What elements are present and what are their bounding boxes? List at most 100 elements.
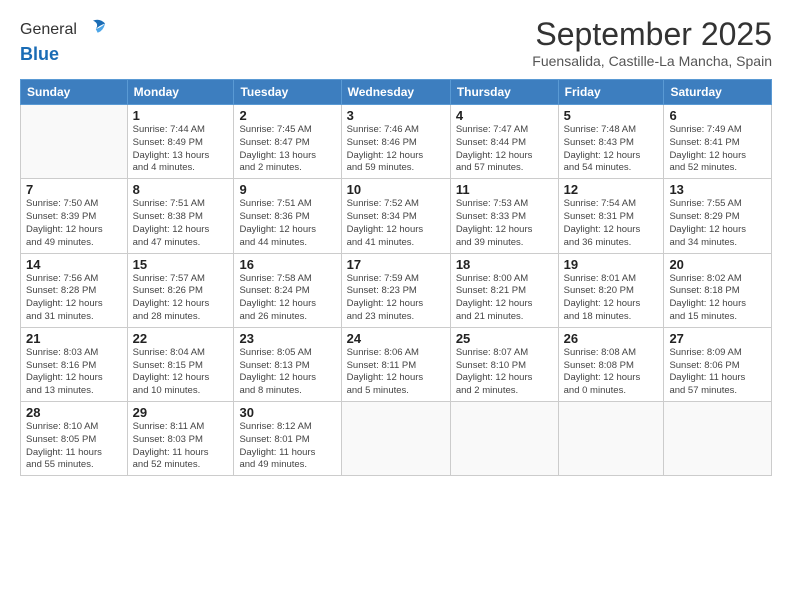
calendar-header-row: Sunday Monday Tuesday Wednesday Thursday…: [21, 80, 772, 105]
table-row: [341, 402, 450, 476]
day-number: 29: [133, 405, 229, 420]
table-row: 2Sunrise: 7:45 AMSunset: 8:47 PMDaylight…: [234, 105, 341, 179]
day-info: Sunrise: 7:51 AMSunset: 8:38 PMDaylight:…: [133, 198, 229, 249]
table-row: [450, 402, 558, 476]
day-number: 10: [347, 182, 445, 197]
day-info: Sunrise: 7:48 AMSunset: 8:43 PMDaylight:…: [564, 124, 659, 175]
calendar-table: Sunday Monday Tuesday Wednesday Thursday…: [20, 79, 772, 476]
col-friday: Friday: [558, 80, 664, 105]
table-row: 28Sunrise: 8:10 AMSunset: 8:05 PMDayligh…: [21, 402, 128, 476]
day-number: 12: [564, 182, 659, 197]
table-row: 21Sunrise: 8:03 AMSunset: 8:16 PMDayligh…: [21, 327, 128, 401]
table-row: 19Sunrise: 8:01 AMSunset: 8:20 PMDayligh…: [558, 253, 664, 327]
day-number: 30: [239, 405, 335, 420]
day-number: 1: [133, 108, 229, 123]
table-row: 9Sunrise: 7:51 AMSunset: 8:36 PMDaylight…: [234, 179, 341, 253]
day-number: 13: [669, 182, 766, 197]
day-number: 9: [239, 182, 335, 197]
day-info: Sunrise: 8:04 AMSunset: 8:15 PMDaylight:…: [133, 347, 229, 398]
day-info: Sunrise: 7:51 AMSunset: 8:36 PMDaylight:…: [239, 198, 335, 249]
day-info: Sunrise: 8:12 AMSunset: 8:01 PMDaylight:…: [239, 421, 335, 472]
day-info: Sunrise: 7:59 AMSunset: 8:23 PMDaylight:…: [347, 273, 445, 324]
col-sunday: Sunday: [21, 80, 128, 105]
table-row: 22Sunrise: 8:04 AMSunset: 8:15 PMDayligh…: [127, 327, 234, 401]
day-number: 25: [456, 331, 553, 346]
day-number: 6: [669, 108, 766, 123]
table-row: 4Sunrise: 7:47 AMSunset: 8:44 PMDaylight…: [450, 105, 558, 179]
day-number: 27: [669, 331, 766, 346]
table-row: 6Sunrise: 7:49 AMSunset: 8:41 PMDaylight…: [664, 105, 772, 179]
table-row: [21, 105, 128, 179]
table-row: 5Sunrise: 7:48 AMSunset: 8:43 PMDaylight…: [558, 105, 664, 179]
day-number: 28: [26, 405, 122, 420]
table-row: [664, 402, 772, 476]
day-info: Sunrise: 8:01 AMSunset: 8:20 PMDaylight:…: [564, 273, 659, 324]
table-row: 16Sunrise: 7:58 AMSunset: 8:24 PMDayligh…: [234, 253, 341, 327]
day-number: 20: [669, 257, 766, 272]
table-row: 3Sunrise: 7:46 AMSunset: 8:46 PMDaylight…: [341, 105, 450, 179]
day-number: 5: [564, 108, 659, 123]
day-number: 3: [347, 108, 445, 123]
table-row: 29Sunrise: 8:11 AMSunset: 8:03 PMDayligh…: [127, 402, 234, 476]
table-row: 14Sunrise: 7:56 AMSunset: 8:28 PMDayligh…: [21, 253, 128, 327]
table-row: 18Sunrise: 8:00 AMSunset: 8:21 PMDayligh…: [450, 253, 558, 327]
day-info: Sunrise: 7:58 AMSunset: 8:24 PMDaylight:…: [239, 273, 335, 324]
col-thursday: Thursday: [450, 80, 558, 105]
table-row: 13Sunrise: 7:55 AMSunset: 8:29 PMDayligh…: [664, 179, 772, 253]
day-info: Sunrise: 7:55 AMSunset: 8:29 PMDaylight:…: [669, 198, 766, 249]
day-number: 26: [564, 331, 659, 346]
day-info: Sunrise: 7:53 AMSunset: 8:33 PMDaylight:…: [456, 198, 553, 249]
day-info: Sunrise: 8:08 AMSunset: 8:08 PMDaylight:…: [564, 347, 659, 398]
day-number: 16: [239, 257, 335, 272]
day-number: 8: [133, 182, 229, 197]
day-number: 14: [26, 257, 122, 272]
table-row: 30Sunrise: 8:12 AMSunset: 8:01 PMDayligh…: [234, 402, 341, 476]
col-saturday: Saturday: [664, 80, 772, 105]
day-info: Sunrise: 7:46 AMSunset: 8:46 PMDaylight:…: [347, 124, 445, 175]
day-info: Sunrise: 8:00 AMSunset: 8:21 PMDaylight:…: [456, 273, 553, 324]
day-number: 19: [564, 257, 659, 272]
day-info: Sunrise: 7:50 AMSunset: 8:39 PMDaylight:…: [26, 198, 122, 249]
day-number: 24: [347, 331, 445, 346]
day-info: Sunrise: 7:56 AMSunset: 8:28 PMDaylight:…: [26, 273, 122, 324]
day-info: Sunrise: 8:03 AMSunset: 8:16 PMDaylight:…: [26, 347, 122, 398]
table-row: 27Sunrise: 8:09 AMSunset: 8:06 PMDayligh…: [664, 327, 772, 401]
table-row: 10Sunrise: 7:52 AMSunset: 8:34 PMDayligh…: [341, 179, 450, 253]
col-wednesday: Wednesday: [341, 80, 450, 105]
table-row: [558, 402, 664, 476]
month-title: September 2025: [532, 16, 772, 53]
day-info: Sunrise: 7:47 AMSunset: 8:44 PMDaylight:…: [456, 124, 553, 175]
logo: General Blue: [20, 16, 107, 65]
table-row: 11Sunrise: 7:53 AMSunset: 8:33 PMDayligh…: [450, 179, 558, 253]
day-number: 15: [133, 257, 229, 272]
day-info: Sunrise: 7:44 AMSunset: 8:49 PMDaylight:…: [133, 124, 229, 175]
day-number: 7: [26, 182, 122, 197]
table-row: 8Sunrise: 7:51 AMSunset: 8:38 PMDaylight…: [127, 179, 234, 253]
table-row: 20Sunrise: 8:02 AMSunset: 8:18 PMDayligh…: [664, 253, 772, 327]
location-subtitle: Fuensalida, Castille-La Mancha, Spain: [532, 53, 772, 69]
table-row: 26Sunrise: 8:08 AMSunset: 8:08 PMDayligh…: [558, 327, 664, 401]
table-row: 7Sunrise: 7:50 AMSunset: 8:39 PMDaylight…: [21, 179, 128, 253]
table-row: 25Sunrise: 8:07 AMSunset: 8:10 PMDayligh…: [450, 327, 558, 401]
table-row: 1Sunrise: 7:44 AMSunset: 8:49 PMDaylight…: [127, 105, 234, 179]
day-info: Sunrise: 8:07 AMSunset: 8:10 PMDaylight:…: [456, 347, 553, 398]
day-info: Sunrise: 8:11 AMSunset: 8:03 PMDaylight:…: [133, 421, 229, 472]
col-monday: Monday: [127, 80, 234, 105]
col-tuesday: Tuesday: [234, 80, 341, 105]
day-info: Sunrise: 7:49 AMSunset: 8:41 PMDaylight:…: [669, 124, 766, 175]
page-header: General Blue September 2025 Fuensalida, …: [20, 16, 772, 69]
table-row: 12Sunrise: 7:54 AMSunset: 8:31 PMDayligh…: [558, 179, 664, 253]
day-number: 21: [26, 331, 122, 346]
day-info: Sunrise: 7:45 AMSunset: 8:47 PMDaylight:…: [239, 124, 335, 175]
day-number: 17: [347, 257, 445, 272]
day-info: Sunrise: 8:06 AMSunset: 8:11 PMDaylight:…: [347, 347, 445, 398]
day-info: Sunrise: 7:52 AMSunset: 8:34 PMDaylight:…: [347, 198, 445, 249]
logo-blue-text: Blue: [20, 44, 59, 64]
day-info: Sunrise: 8:02 AMSunset: 8:18 PMDaylight:…: [669, 273, 766, 324]
table-row: 24Sunrise: 8:06 AMSunset: 8:11 PMDayligh…: [341, 327, 450, 401]
day-info: Sunrise: 8:05 AMSunset: 8:13 PMDaylight:…: [239, 347, 335, 398]
table-row: 17Sunrise: 7:59 AMSunset: 8:23 PMDayligh…: [341, 253, 450, 327]
logo-bird-icon: [79, 16, 107, 44]
day-number: 4: [456, 108, 553, 123]
day-info: Sunrise: 7:54 AMSunset: 8:31 PMDaylight:…: [564, 198, 659, 249]
